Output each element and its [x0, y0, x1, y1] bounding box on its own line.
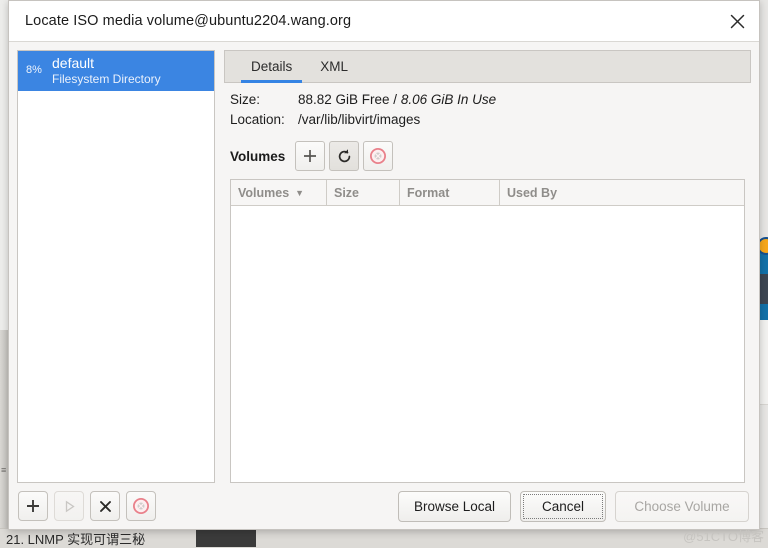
pool-location-row: Location: /var/lib/libvirt/images — [230, 112, 751, 127]
volumes-table: Volumes ▼ Size Format Used By — [230, 179, 745, 483]
volumes-table-body[interactable] — [231, 206, 744, 482]
column-header-used-by[interactable]: Used By — [500, 180, 744, 205]
pool-detail-panel: Details XML Size: 88.82 GiB Free / 8.06 … — [224, 50, 751, 483]
background-taskbar-text: 21. LNMP 实现可谓三秘 — [6, 529, 196, 546]
volumes-table-header: Volumes ▼ Size Format Used By — [231, 180, 744, 206]
delete-pool-icon[interactable] — [126, 491, 156, 521]
volumes-section-label: Volumes — [230, 149, 285, 164]
storage-pool-item-default[interactable]: 8% default Filesystem Directory — [18, 51, 214, 91]
column-header-format[interactable]: Format — [400, 180, 500, 205]
background-left-ticks: ≡ — [1, 466, 6, 475]
column-header-size[interactable]: Size — [327, 180, 400, 205]
add-volume-icon[interactable] — [295, 141, 325, 171]
column-label: Size — [334, 186, 359, 200]
start-pool-icon — [54, 491, 84, 521]
size-inuse-text: 8.06 GiB In Use — [401, 92, 496, 107]
locate-iso-media-dialog: Locate ISO media volume@ubuntu2204.wang.… — [8, 0, 760, 530]
tab-xml[interactable]: XML — [306, 51, 362, 82]
close-icon[interactable] — [721, 5, 753, 37]
detail-tabbar: Details XML — [224, 50, 751, 83]
stop-pool-icon[interactable] — [90, 491, 120, 521]
details-tab-content: Size: 88.82 GiB Free / 8.06 GiB In Use L… — [224, 83, 751, 483]
volumes-toolbar: Volumes — [230, 141, 751, 171]
size-label: Size: — [230, 92, 298, 107]
pool-size-row: Size: 88.82 GiB Free / 8.06 GiB In Use — [230, 92, 751, 107]
dialog-body: 8% default Filesystem Directory Details … — [9, 42, 759, 483]
size-value: 88.82 GiB Free / 8.06 GiB In Use — [298, 92, 496, 107]
chevron-down-icon: ▼ — [295, 188, 304, 198]
choose-volume-button: Choose Volume — [615, 491, 749, 522]
location-value: /var/lib/libvirt/images — [298, 112, 420, 127]
refresh-icon[interactable] — [329, 141, 359, 171]
pool-actions-toolbar — [18, 491, 162, 521]
dialog-footer: Browse Local Cancel Choose Volume — [9, 483, 759, 529]
size-separator: / — [390, 92, 401, 107]
column-label: Used By — [507, 186, 557, 200]
pool-usage-percent: 8% — [24, 64, 52, 76]
dialog-action-buttons: Browse Local Cancel Choose Volume — [398, 491, 749, 522]
location-label: Location: — [230, 112, 298, 127]
size-free-text: 88.82 GiB Free — [298, 92, 390, 107]
column-header-volumes[interactable]: Volumes ▼ — [231, 180, 327, 205]
pool-type: Filesystem Directory — [52, 72, 161, 86]
add-pool-icon[interactable] — [18, 491, 48, 521]
delete-volume-icon[interactable] — [363, 141, 393, 171]
column-label: Volumes — [238, 186, 289, 200]
browse-local-button[interactable]: Browse Local — [398, 491, 511, 522]
pool-name: default — [52, 55, 161, 72]
dialog-titlebar: Locate ISO media volume@ubuntu2204.wang.… — [9, 1, 759, 42]
cancel-button[interactable]: Cancel — [520, 491, 606, 522]
tab-details[interactable]: Details — [237, 51, 306, 82]
background-left-edge — [0, 330, 8, 530]
page-title: Locate ISO media volume@ubuntu2204.wang.… — [25, 13, 351, 29]
storage-pool-list: 8% default Filesystem Directory — [17, 50, 215, 483]
background-taskbar-block — [196, 528, 256, 547]
column-label: Format — [407, 186, 449, 200]
